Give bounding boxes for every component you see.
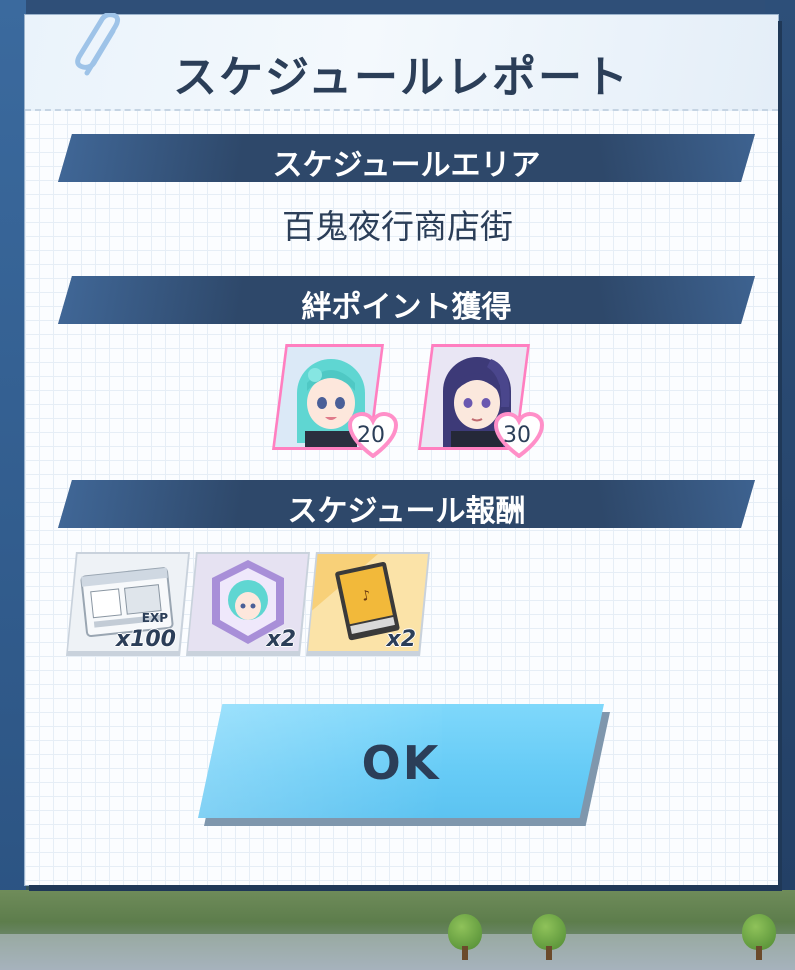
ok-button[interactable]: OK [198, 704, 610, 826]
character-card-teal[interactable]: 20 [272, 344, 398, 458]
bond-points: 30 [503, 423, 531, 448]
svg-text:EXP: EXP [142, 611, 168, 625]
dialog-title: スケジュールレポート [173, 52, 630, 103]
bond-section-header: 絆ポイント獲得 [58, 276, 755, 325]
ok-button-label: OK [361, 736, 441, 790]
area-section-header: スケジュールエリア [58, 134, 755, 183]
tree-icon [448, 914, 482, 962]
reward-item-exp-report[interactable]: EXP x100 [66, 552, 190, 656]
tree-icon [742, 914, 776, 962]
bond-section-label: 絆ポイント獲得 [301, 290, 512, 325]
background-ground [0, 890, 795, 970]
bond-points: 20 [357, 423, 385, 448]
tree-icon [532, 914, 566, 962]
reward-quantity: x2 [386, 627, 417, 652]
reward-quantity: x100 [115, 627, 176, 652]
reward-quantity: x2 [266, 627, 297, 652]
background-left-strip [0, 0, 26, 900]
area-section-label: スケジュールエリア [272, 148, 541, 183]
area-name: 百鬼夜行商店街 [282, 207, 513, 246]
reward-section-header: スケジュール報酬 [58, 480, 755, 529]
reward-section-label: スケジュール報酬 [287, 494, 526, 529]
reward-item-eleph[interactable]: x2 [186, 552, 310, 656]
reward-item-book[interactable]: ♪ x2 [306, 552, 430, 656]
character-card-navy[interactable]: 30 [418, 344, 544, 458]
